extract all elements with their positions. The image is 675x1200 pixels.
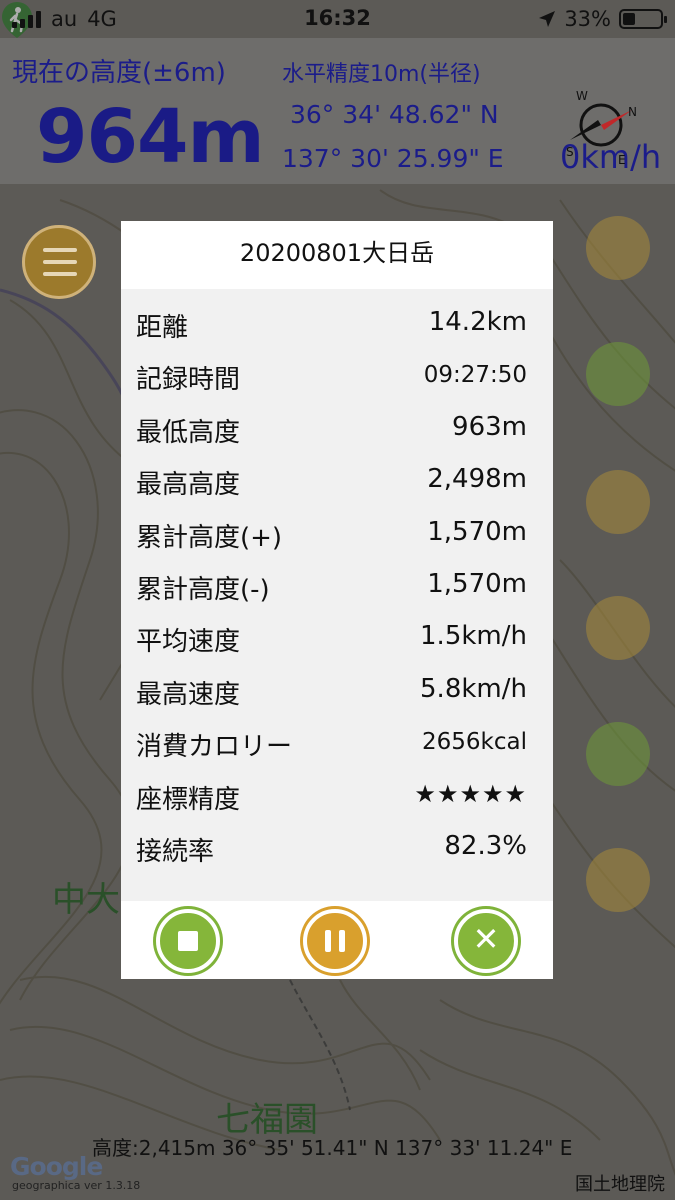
menu-icon-bar: [43, 272, 77, 276]
stat-row-avg-speed: 平均速度 1.5km/h: [121, 613, 553, 665]
status-bar: au 4G 16:32 33%: [0, 0, 675, 38]
compass-e-label: E: [618, 153, 626, 164]
stop-button[interactable]: [156, 909, 220, 973]
stat-label: 接続率: [136, 836, 215, 867]
latitude-value: 36° 34' 48.62" N: [290, 100, 499, 129]
stat-value: 1,570m: [427, 516, 527, 547]
battery-icon: [619, 9, 667, 29]
longitude-value: 137° 30' 25.99" E: [282, 144, 504, 173]
compass-n-label: N: [628, 105, 637, 119]
close-icon: ✕: [472, 920, 500, 958]
close-button[interactable]: ✕: [454, 909, 518, 973]
record-button[interactable]: [586, 848, 650, 912]
google-logo: Google: [10, 1152, 103, 1181]
stat-label: 記録時間: [136, 365, 241, 396]
stat-value: 963m: [452, 411, 527, 442]
stat-row-max-speed: 最高速度 5.8km/h: [121, 666, 553, 718]
location-arrow-icon: [539, 11, 556, 27]
location-header: 現在の高度(±6m) 964m 水平精度10m(半径) 36° 34' 48.6…: [0, 38, 675, 184]
stat-value: 82.3%: [444, 830, 527, 861]
stat-label: 平均速度: [136, 627, 241, 658]
pause-icon: [325, 930, 331, 952]
stat-row-min-altitude: 最低高度 963m: [121, 404, 553, 456]
stat-value: 5.8km/h: [420, 673, 527, 704]
track-summary-dialog: 20200801大日岳 距離 14.2km 記録時間 09:27:50 最低高度…: [121, 221, 553, 979]
stat-label: 累計高度(-): [136, 574, 270, 605]
stats-list: 距離 14.2km 記録時間 09:27:50 最低高度 963m 最高高度 2…: [121, 299, 553, 875]
stat-value: 14.2km: [428, 307, 527, 337]
stat-row-connection-rate: 接続率 82.3%: [121, 823, 553, 875]
stat-label: 座標精度: [136, 784, 241, 815]
stat-row-distance: 距離 14.2km: [121, 299, 553, 351]
menu-icon: [43, 248, 77, 252]
cursor-position-info: 高度:2,415m 36° 35' 51.41" N 137° 33' 11.2…: [92, 1136, 573, 1160]
stop-icon: [178, 931, 198, 951]
stat-row-max-altitude: 最高高度 2,498m: [121, 456, 553, 508]
map-credit: 国土地理院: [575, 1174, 665, 1195]
stat-value: 2,498m: [427, 464, 527, 495]
dialog-actions: ✕: [121, 901, 553, 979]
stat-row-calories: 消費カロリー 2656kcal: [121, 718, 553, 770]
layer-button[interactable]: [586, 216, 650, 280]
stat-label: 消費カロリー: [136, 732, 293, 763]
stat-label: 最高速度: [136, 679, 241, 710]
compass-icon[interactable]: W N S E: [562, 86, 640, 164]
accuracy-label: 水平精度10m(半径): [282, 62, 481, 87]
compass-w-label: W: [576, 89, 588, 103]
menu-button[interactable]: [22, 225, 96, 299]
dialog-title: 20200801大日岳: [121, 221, 553, 289]
compass-s-label: S: [566, 145, 574, 159]
stat-label: 累計高度(+): [136, 522, 283, 553]
stat-row-duration: 記録時間 09:27:50: [121, 351, 553, 403]
pause-button[interactable]: [303, 909, 367, 973]
star-rating: ★★★★★: [414, 779, 527, 808]
stat-value: 2656kcal: [422, 729, 527, 756]
altitude-label: 現在の高度(±6m): [12, 58, 226, 88]
stat-row-descent: 累計高度(-) 1,570m: [121, 561, 553, 613]
altitude-value: 964m: [36, 94, 265, 180]
stat-label: 最低高度: [136, 417, 241, 448]
stat-value: 1.5km/h: [420, 621, 527, 652]
clock-button[interactable]: [586, 722, 650, 786]
stat-row-ascent: 累計高度(+) 1,570m: [121, 509, 553, 561]
stat-label: 最高高度: [136, 470, 241, 501]
stat-value: 1,570m: [427, 568, 527, 599]
stat-row-accuracy: 座標精度 ★★★★★: [121, 771, 553, 823]
stat-label: 距離: [136, 313, 189, 343]
place-button[interactable]: [586, 596, 650, 660]
stat-value: 09:27:50: [423, 362, 527, 389]
compass-button[interactable]: [586, 342, 650, 406]
app-version: geographica ver 1.3.18: [12, 1179, 141, 1192]
battery-percent: 33%: [564, 7, 611, 31]
target-button[interactable]: [586, 470, 650, 534]
menu-icon-bar: [43, 260, 77, 264]
pause-icon-bar: [339, 930, 345, 952]
